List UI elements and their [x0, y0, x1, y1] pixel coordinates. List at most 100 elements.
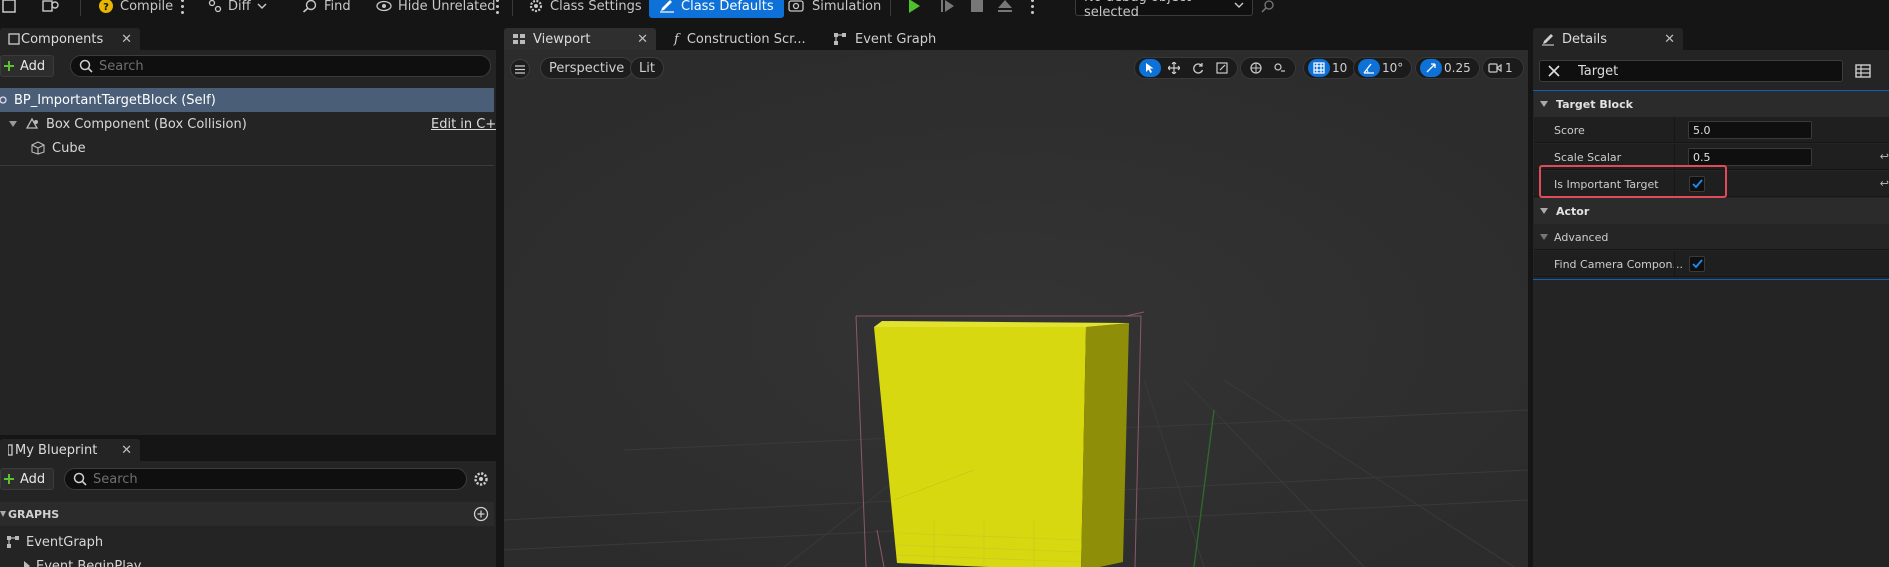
scale-snap-value: 0.25: [1444, 61, 1471, 75]
clear-search-icon[interactable]: [1548, 65, 1560, 77]
perspective-label: Perspective: [549, 60, 625, 76]
tab-components[interactable]: Components ✕: [0, 28, 140, 50]
scale-snap-control[interactable]: 0.25: [1415, 57, 1480, 79]
event-graph-item[interactable]: EventGraph: [6, 530, 103, 554]
eject-button[interactable]: [997, 0, 1013, 18]
toolbar-separator: [890, 0, 891, 16]
select-tool-icon[interactable]: [1139, 59, 1161, 77]
close-icon[interactable]: ✕: [637, 32, 648, 47]
rotate-tool-icon[interactable]: [1187, 59, 1209, 77]
details-search-field[interactable]: [1578, 63, 1834, 79]
play-button[interactable]: [906, 0, 922, 18]
hide-unrelated-button[interactable]: Hide Unrelated: [376, 0, 496, 18]
components-search-input[interactable]: [70, 55, 491, 77]
property-matrix-icon[interactable]: [1855, 63, 1871, 79]
close-icon[interactable]: ✕: [1664, 32, 1675, 47]
simulation-button[interactable]: Simulation: [788, 0, 881, 18]
scale-tool-icon[interactable]: [1211, 59, 1233, 77]
chevron-down-icon: [1234, 1, 1244, 9]
toolbar-separator: [512, 0, 513, 16]
right-splitter[interactable]: [1528, 28, 1533, 567]
section-target-block[interactable]: Target Block: [1534, 91, 1889, 117]
browse-button[interactable]: [42, 0, 60, 18]
tab-event-graph[interactable]: Event Graph: [833, 28, 936, 50]
tab-viewport[interactable]: Viewport ✕: [504, 28, 656, 50]
event-begin-play-label: Event BeginPlay: [36, 558, 142, 567]
debug-find-button[interactable]: [1260, 0, 1276, 18]
component-root-item[interactable]: BP_ImportantTargetBlock (Self): [0, 88, 494, 112]
translate-tool-icon[interactable]: [1163, 59, 1185, 77]
graphs-section-header[interactable]: GRAPHS: [0, 502, 494, 526]
viewport-canvas[interactable]: Perspective Lit 10 10° 0.25 1: [504, 50, 1528, 567]
add-component-button[interactable]: Add: [0, 55, 55, 77]
reset-to-default-icon[interactable]: ↩: [1880, 177, 1889, 190]
box-collision-icon: [24, 117, 40, 131]
component-cube-item[interactable]: Cube: [30, 136, 86, 160]
viewport-icon: [512, 33, 526, 45]
my-blueprint-search-field[interactable]: [93, 471, 458, 487]
lit-button[interactable]: Lit: [630, 57, 664, 79]
perspective-button[interactable]: Perspective: [540, 57, 634, 79]
tab-construction-script[interactable]: f Construction Scr...: [674, 28, 806, 50]
compile-button[interactable]: ? Compile: [98, 0, 173, 18]
close-icon[interactable]: ✕: [121, 443, 132, 458]
step-button[interactable]: [940, 0, 956, 18]
score-input[interactable]: [1688, 121, 1812, 139]
rotation-snap-value: 10°: [1382, 61, 1404, 75]
svg-text:?: ?: [103, 2, 109, 13]
class-defaults-button[interactable]: Class Defaults: [649, 0, 784, 18]
cube-label: Cube: [52, 140, 86, 156]
details-search-input[interactable]: [1539, 60, 1843, 82]
hide-unrelated-options-button[interactable]: [492, 0, 502, 18]
viewport-options-button[interactable]: [510, 59, 530, 79]
my-blueprint-search-input[interactable]: [64, 468, 467, 490]
camera-icon: [1487, 59, 1503, 77]
advanced-subsection[interactable]: Advanced: [1534, 224, 1889, 250]
settings-gear-icon[interactable]: [472, 470, 490, 488]
stop-icon: [970, 0, 984, 13]
gear-icon: [528, 0, 544, 14]
components-tab-label: Components: [21, 31, 104, 47]
debug-object-select[interactable]: No debug object selected: [1075, 0, 1253, 19]
add-blueprint-item-button[interactable]: Add: [0, 468, 55, 490]
grid-snap-icon[interactable]: [1308, 59, 1330, 77]
play-icon: [906, 0, 922, 14]
tab-my-blueprint[interactable]: My Blueprint ✕: [0, 439, 140, 461]
advanced-label: Advanced: [1554, 230, 1609, 244]
component-box-item[interactable]: Box Component (Box Collision) Edit in C+…: [8, 112, 507, 136]
compile-options-button[interactable]: [177, 0, 187, 18]
lit-label: Lit: [639, 60, 655, 76]
tab-details[interactable]: Details ✕: [1533, 28, 1683, 50]
add-graph-icon[interactable]: [473, 506, 489, 522]
class-settings-button[interactable]: Class Settings: [528, 0, 642, 18]
step-icon: [940, 0, 956, 14]
add-blueprint-item-label: Add: [20, 471, 46, 487]
add-component-label: Add: [20, 58, 46, 74]
event-begin-play-item[interactable]: Event BeginPlay: [22, 554, 142, 567]
reset-to-default-icon[interactable]: ↩: [1880, 150, 1889, 163]
find-button[interactable]: Find: [302, 0, 351, 18]
surface-snap-icon[interactable]: [1269, 59, 1291, 77]
left-splitter[interactable]: [496, 28, 504, 567]
play-options-button[interactable]: [1027, 0, 1037, 18]
world-local-icon[interactable]: [1245, 59, 1267, 77]
save-icon: [2, 0, 16, 13]
grid-snap-control[interactable]: 10: [1303, 57, 1357, 79]
camera-speed-control[interactable]: 1: [1482, 57, 1524, 79]
class-settings-label: Class Settings: [550, 0, 642, 14]
search-icon: [73, 472, 87, 486]
scale-snap-icon[interactable]: [1420, 59, 1442, 77]
expand-triangle-icon[interactable]: [8, 120, 18, 128]
section-actor[interactable]: Actor: [1534, 198, 1889, 224]
rotation-snap-control[interactable]: 10°: [1353, 57, 1413, 79]
find-camera-component-checkbox[interactable]: [1689, 256, 1705, 272]
component-root-label: BP_ImportantTargetBlock (Self): [14, 92, 216, 108]
diff-button[interactable]: Diff: [208, 0, 267, 18]
save-button[interactable]: [2, 0, 16, 18]
coordinate-tools: [1240, 57, 1296, 79]
close-icon[interactable]: ✕: [121, 32, 132, 47]
rotation-snap-icon[interactable]: [1358, 59, 1380, 77]
components-search-field[interactable]: [99, 58, 482, 74]
stop-button[interactable]: [970, 0, 984, 18]
scale-scalar-input[interactable]: [1688, 148, 1812, 166]
